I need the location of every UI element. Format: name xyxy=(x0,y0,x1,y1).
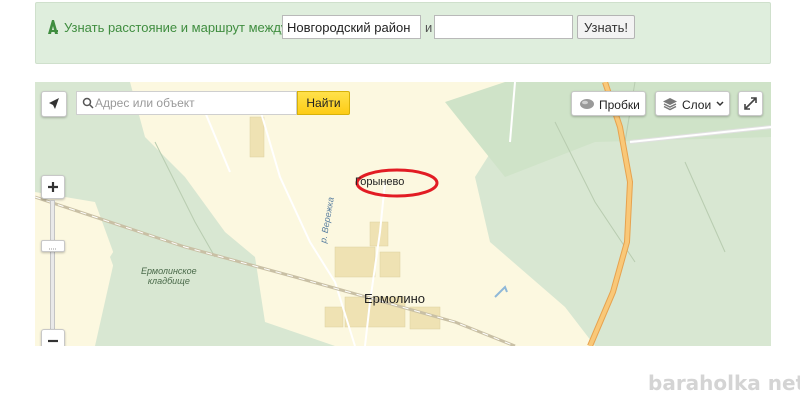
route-from-input[interactable] xyxy=(282,15,421,39)
route-icon xyxy=(48,20,58,34)
zoom-slider-track[interactable] xyxy=(50,200,55,330)
place-label-ermolino: Ермолино xyxy=(364,291,426,306)
map-view[interactable]: Горынево Ермолино Ермолинское кладбище р… xyxy=(35,82,771,346)
map-search-input[interactable] xyxy=(95,92,290,114)
traffic-icon xyxy=(580,99,594,109)
layers-label: Слои xyxy=(682,98,712,112)
layers-icon xyxy=(663,98,677,111)
cemetery-line1: Ермолинское xyxy=(141,266,197,276)
find-button[interactable]: Найти xyxy=(297,91,350,115)
place-label-cemetery: Ермолинское кладбище xyxy=(141,266,197,286)
search-icon xyxy=(82,97,94,109)
location-arrow-icon xyxy=(49,98,59,109)
chevron-down-icon xyxy=(716,101,724,107)
expand-icon xyxy=(744,97,757,110)
layers-button[interactable]: Слои xyxy=(655,91,730,116)
plus-icon xyxy=(48,182,58,192)
fullscreen-button[interactable] xyxy=(738,91,763,116)
geolocation-button[interactable] xyxy=(41,91,67,117)
cemetery-line2: кладбище xyxy=(147,276,190,286)
watermark: baraholka net xyxy=(648,371,800,395)
route-label: Узнать расстояние и маршрут между xyxy=(64,20,288,35)
route-submit-button[interactable]: Узнать! xyxy=(577,15,635,39)
traffic-label: Пробки xyxy=(599,98,640,112)
grip-icon xyxy=(49,248,57,250)
route-and-text: и xyxy=(425,20,433,35)
route-to-input[interactable] xyxy=(434,15,573,39)
place-label-gorynevo: Горынево xyxy=(355,176,405,188)
minus-icon xyxy=(48,339,58,343)
zoom-in-button[interactable] xyxy=(41,175,65,199)
zoom-slider-handle[interactable] xyxy=(41,240,65,252)
traffic-button[interactable]: Пробки xyxy=(571,91,646,116)
map-search-box xyxy=(76,91,297,115)
map-base xyxy=(35,82,771,346)
zoom-out-button[interactable] xyxy=(41,329,65,346)
route-panel: Узнать расстояние и маршрут между и Узна… xyxy=(35,2,771,64)
